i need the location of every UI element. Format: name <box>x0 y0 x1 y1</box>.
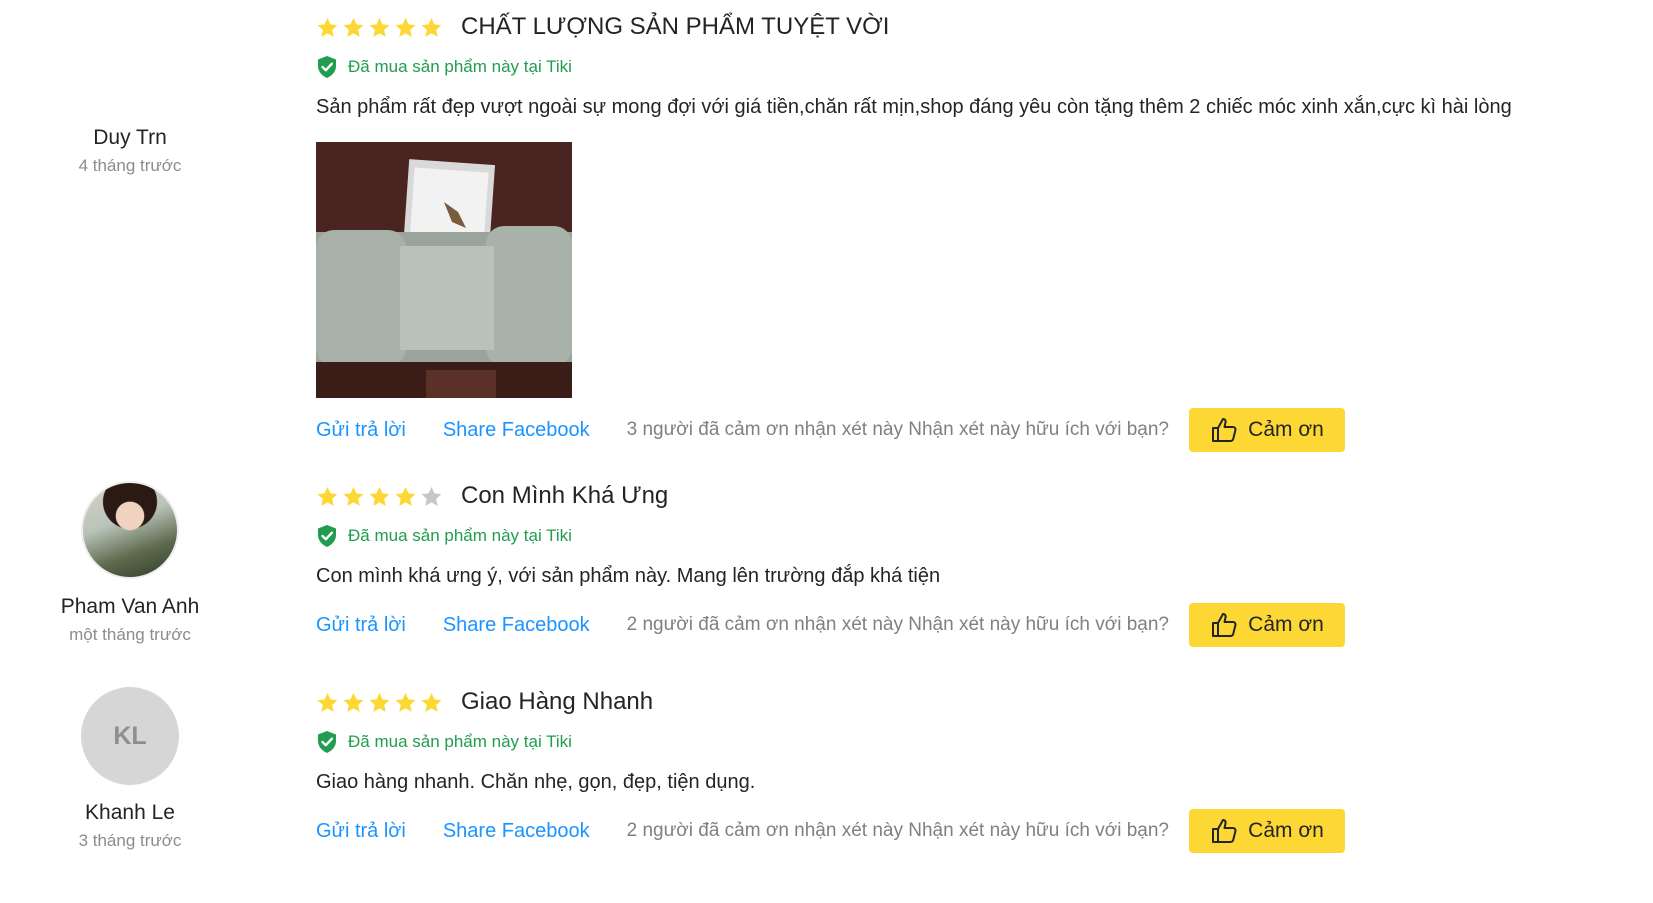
reply-button[interactable]: Gửi trả lời <box>316 820 406 843</box>
verified-purchase: Đã mua sản phẩm này tại Tiki <box>316 730 1636 754</box>
star-icon <box>317 17 338 37</box>
share-facebook-button[interactable]: Share Facebook <box>443 820 590 843</box>
star-icon <box>369 692 390 712</box>
verified-text: Đã mua sản phẩm này tại Tiki <box>348 526 572 545</box>
review-actions: Gửi trả lời Share Facebook 2 người đã cả… <box>316 603 1636 647</box>
review-body: Giao hàng nhanh. Chăn nhẹ, gọn, đẹp, tiệ… <box>316 771 756 793</box>
review-user: Duy Trn 4 tháng trước <box>30 126 230 176</box>
star-icon <box>421 486 442 506</box>
review-content: Con Mình Khá Ưng Đã mua sản phẩm này tại… <box>316 479 1636 647</box>
thumbs-up-icon <box>1212 819 1237 843</box>
rating-stars <box>316 485 443 508</box>
thumbs-up-icon <box>1212 613 1237 637</box>
shield-check-icon <box>318 731 336 753</box>
share-facebook-button[interactable]: Share Facebook <box>443 614 590 637</box>
star-icon <box>395 17 416 37</box>
shield-check-icon <box>318 525 336 547</box>
verified-purchase: Đã mua sản phẩm này tại Tiki <box>316 55 1636 79</box>
thank-button-label: Cảm ơn <box>1248 819 1324 842</box>
user-name: Duy Trn <box>93 126 167 149</box>
thanks-count: 2 người đã cảm ơn nhận xét này Nhận xét … <box>626 820 1169 841</box>
review-time: một tháng trước <box>69 625 191 644</box>
reply-button[interactable]: Gửi trả lời <box>316 614 406 637</box>
verified-purchase: Đã mua sản phẩm này tại Tiki <box>316 524 1636 548</box>
star-icon <box>421 17 442 37</box>
review-title: Giao Hàng Nhanh <box>461 688 654 715</box>
thank-button[interactable]: Cảm ơn <box>1188 408 1345 452</box>
review-content: CHẤT LƯỢNG SẢN PHẨM TUYỆT VỜI Đã mua sản… <box>316 10 1636 452</box>
review-body: Con mình khá ưng ý, với sản phẩm này. Ma… <box>316 565 941 587</box>
review-content: Giao Hàng Nhanh Đã mua sản phẩm này tại … <box>316 685 1636 853</box>
review-time: 4 tháng trước <box>78 156 182 175</box>
thanks-count: 3 người đã cảm ơn nhận xét này Nhận xét … <box>626 419 1169 440</box>
star-icon <box>369 17 390 37</box>
review-title: Con Mình Khá Ưng <box>461 482 669 509</box>
thumbs-up-icon <box>1212 418 1237 442</box>
review-photo[interactable] <box>316 142 572 398</box>
verified-text: Đã mua sản phẩm này tại Tiki <box>348 57 572 76</box>
star-icon <box>369 486 390 506</box>
thanks-count: 2 người đã cảm ơn nhận xét này Nhận xét … <box>626 614 1169 635</box>
review-actions: Gửi trả lời Share Facebook 2 người đã cả… <box>316 809 1636 853</box>
review-title: CHẤT LƯỢNG SẢN PHẨM TUYỆT VỜI <box>461 13 890 40</box>
share-facebook-button[interactable]: Share Facebook <box>443 419 590 442</box>
star-icon <box>421 692 442 712</box>
shield-check-icon <box>318 56 336 78</box>
star-icon <box>317 486 338 506</box>
reply-button[interactable]: Gửi trả lời <box>316 419 406 442</box>
avatar <box>81 481 179 579</box>
thank-button-label: Cảm ơn <box>1248 418 1324 441</box>
review-user: KL Khanh Le 3 tháng trước <box>30 687 230 851</box>
star-icon <box>343 17 364 37</box>
star-icon <box>343 692 364 712</box>
review-time: 3 tháng trước <box>78 831 182 850</box>
star-icon <box>317 692 338 712</box>
thank-button[interactable]: Cảm ơn <box>1188 809 1345 853</box>
user-name: Pham Van Anh <box>60 595 200 618</box>
user-name: Khanh Le <box>85 801 175 824</box>
thank-button-label: Cảm ơn <box>1248 613 1324 636</box>
star-icon <box>395 486 416 506</box>
avatar: KL <box>81 687 179 785</box>
review-body: Sản phẩm rất đẹp vượt ngoài sự mong đợi … <box>316 96 1512 118</box>
verified-text: Đã mua sản phẩm này tại Tiki <box>348 732 572 751</box>
thank-button[interactable]: Cảm ơn <box>1188 603 1345 647</box>
star-icon <box>395 692 416 712</box>
review-actions: Gửi trả lời Share Facebook 3 người đã cả… <box>316 408 1636 452</box>
rating-stars <box>316 16 443 39</box>
star-icon <box>343 486 364 506</box>
rating-stars <box>316 691 443 714</box>
review-user: Pham Van Anh một tháng trước <box>30 481 230 645</box>
